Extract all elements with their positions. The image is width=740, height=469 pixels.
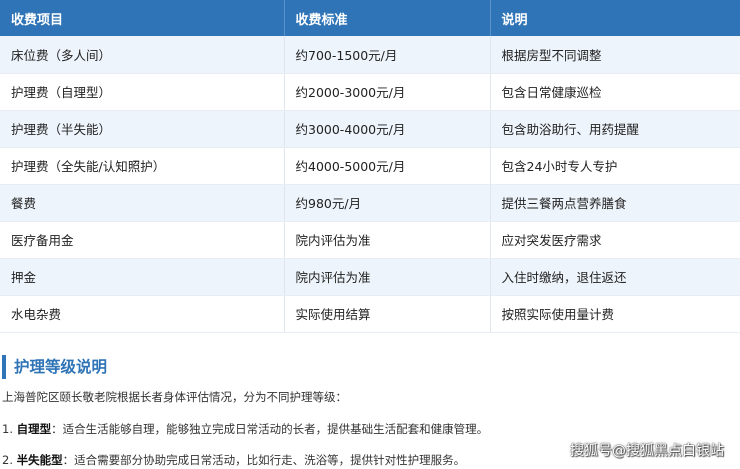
table-row: 押金 院内评估为准 入住时缴纳，退住返还: [0, 258, 740, 296]
section-title: 护理等级说明: [2, 355, 107, 379]
cell-standard: 约980元/月: [284, 184, 491, 222]
cell-standard: 实际使用结算: [284, 295, 491, 333]
table-row: 床位费（多人间） 约700-1500元/月 根据房型不同调整: [0, 36, 740, 74]
cell-item: 押金: [0, 258, 285, 296]
level-prefix: 2.: [2, 453, 17, 467]
cell-item: 餐费: [0, 184, 285, 222]
header-item: 收费项目: [0, 0, 285, 36]
cell-note: 包含24小时专人专护: [490, 147, 740, 185]
cell-standard: 约2000-3000元/月: [284, 73, 491, 111]
cell-standard: 约3000-4000元/月: [284, 110, 491, 148]
cell-standard: 约700-1500元/月: [284, 36, 491, 74]
header-note: 说明: [490, 0, 740, 36]
cell-standard: 院内评估为准: [284, 221, 491, 259]
cell-note: 根据房型不同调整: [490, 36, 740, 74]
cell-item: 医疗备用金: [0, 221, 285, 259]
cell-note: 包含助浴助行、用药提醒: [490, 110, 740, 148]
cell-item: 护理费（半失能）: [0, 110, 285, 148]
watermark: 搜狐号@搜狐黑点白银站: [570, 443, 724, 459]
level-desc: ：适合生活能够自理，能够独立完成日常活动的长者，提供基础生活配套和健康管理。: [51, 422, 489, 436]
cell-standard: 院内评估为准: [284, 258, 491, 296]
fee-table: 收费项目 收费标准 说明 床位费（多人间） 约700-1500元/月 根据房型不…: [0, 0, 740, 333]
table-row: 护理费（全失能/认知照护） 约4000-5000元/月 包含24小时专人专护: [0, 147, 740, 185]
level-name: 半失能型: [16, 453, 63, 467]
intro-paragraph: 上海普陀区颐长敬老院根据长者身体评估情况，分为不同护理等级：: [2, 390, 347, 404]
level-name: 自理型: [16, 422, 52, 436]
cell-note: 按照实际使用量计费: [490, 295, 740, 333]
level-item-self-care: 1. 自理型：适合生活能够自理，能够独立完成日常活动的长者，提供基础生活配套和健…: [2, 420, 488, 438]
table-row: 水电杂费 实际使用结算 按照实际使用量计费: [0, 295, 740, 333]
table-row: 护理费（半失能） 约3000-4000元/月 包含助浴助行、用药提醒: [0, 110, 740, 148]
table-row: 餐费 约980元/月 提供三餐两点营养膳食: [0, 184, 740, 222]
cell-item: 水电杂费: [0, 295, 285, 333]
level-desc: ：适合需要部分协助完成日常活动，比如行走、洗浴等，提供针对性护理服务。: [62, 453, 466, 467]
cell-note: 应对突发医疗需求: [490, 221, 740, 259]
cell-item: 护理费（自理型）: [0, 73, 285, 111]
cell-note: 包含日常健康巡检: [490, 73, 740, 111]
cell-item: 护理费（全失能/认知照护）: [0, 147, 285, 185]
level-prefix: 1.: [2, 422, 17, 436]
cell-standard: 约4000-5000元/月: [284, 147, 491, 185]
cell-item: 床位费（多人间）: [0, 36, 285, 74]
table-row: 护理费（自理型） 约2000-3000元/月 包含日常健康巡检: [0, 73, 740, 111]
table-row: 医疗备用金 院内评估为准 应对突发医疗需求: [0, 221, 740, 259]
cell-note: 入住时缴纳，退住返还: [490, 258, 740, 296]
cell-note: 提供三餐两点营养膳食: [490, 184, 740, 222]
level-item-semi-disabled: 2. 半失能型：适合需要部分协助完成日常活动，比如行走、洗浴等，提供针对性护理服…: [2, 451, 465, 469]
table-header-row: 收费项目 收费标准 说明: [0, 0, 740, 36]
header-standard: 收费标准: [284, 0, 491, 36]
